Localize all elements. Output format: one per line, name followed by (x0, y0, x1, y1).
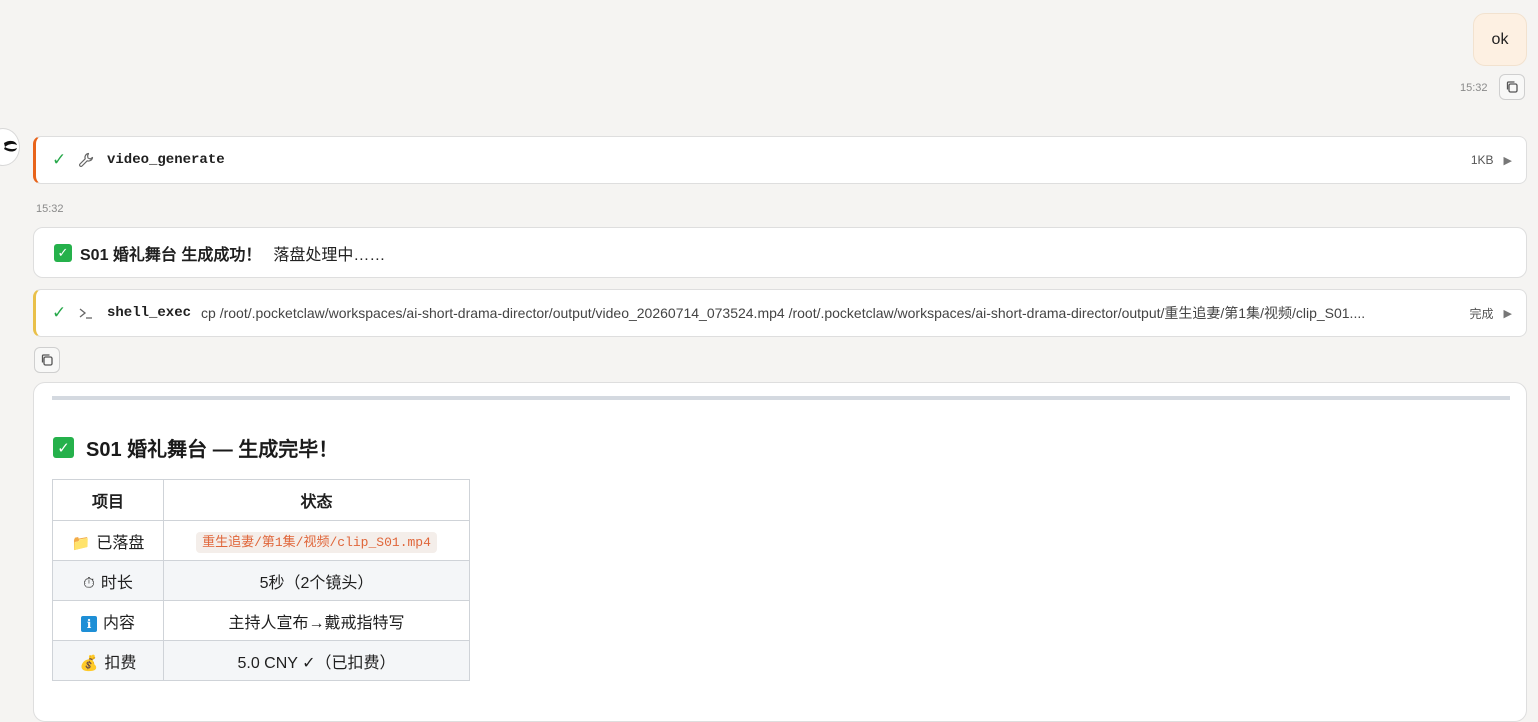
money-bag-icon: 💰 (79, 654, 99, 672)
user-message-bubble: ok (1473, 13, 1527, 66)
table-header-status: 状态 (163, 479, 470, 521)
tool-call-shell-exec[interactable]: ✓ shell_exec cp /root/.pocketclaw/worksp… (33, 289, 1527, 337)
stopwatch-icon: ⏱ (83, 574, 95, 592)
answer-card: ✓ S01 婚礼舞台 — 生成完毕！ 项目 状态 📁 已落盘 重生追妻/第1集/视… (33, 382, 1527, 722)
user-message-time: 15:32 (1460, 82, 1488, 94)
result-table: 项目 状态 📁 已落盘 重生追妻/第1集/视频/clip_S01.mp4 ⏱ 时长 … (52, 479, 470, 681)
user-message-text: ok (1491, 30, 1509, 48)
tool-status: 完成 (1469, 306, 1494, 321)
tool-name: shell_exec (107, 305, 192, 321)
tool-call-video-generate[interactable]: ✓ video_generate 1KB ▶ (33, 136, 1527, 184)
status-headline: S01 婚礼舞台 生成成功！ (80, 246, 262, 264)
copy-icon (41, 354, 53, 366)
table-header-item: 项目 (52, 479, 164, 521)
answer-title: ✓ S01 婚礼舞台 — 生成完毕！ (53, 433, 338, 462)
tool-name: video_generate (107, 152, 225, 168)
success-check-icon: ✓ (52, 150, 67, 169)
table-row: ℹ 内容 主持人宣布→戴戒指特写 (52, 600, 470, 641)
assistant-message-time: 15:32 (36, 203, 64, 215)
assistant-avatar (0, 128, 20, 166)
row-label: 已落盘 (96, 534, 145, 552)
tool-args: cp /root/.pocketclaw/workspaces/ai-short… (201, 305, 1366, 321)
row-value: 主持人宣布→戴戒指特写 (163, 600, 470, 641)
expand-arrow-icon[interactable]: ▶ (1504, 154, 1512, 167)
success-check-icon: ✓ (52, 303, 67, 322)
folder-icon: 📁 (71, 534, 91, 552)
copy-assistant-message-button[interactable] (34, 347, 60, 373)
row-value: 5秒（2个镜头） (163, 560, 470, 601)
claw-logo-icon (4, 140, 17, 152)
row-value: 5.0 CNY ✓（已扣费） (163, 640, 470, 681)
row-label: 扣费 (104, 654, 137, 672)
terminal-icon (78, 305, 98, 321)
answer-title-text: S01 婚礼舞台 — 生成完毕！ (86, 439, 339, 461)
tool-size: 1KB (1470, 153, 1494, 167)
expand-arrow-icon[interactable]: ▶ (1504, 307, 1512, 320)
table-header-row: 项目 状态 (52, 479, 470, 521)
info-icon: ℹ (80, 615, 97, 632)
row-label: 时长 (100, 574, 133, 592)
table-row: 📁 已落盘 重生追妻/第1集/视频/clip_S01.mp4 (52, 520, 470, 561)
divider (52, 396, 1510, 400)
copy-icon (1506, 81, 1518, 93)
check-box-icon: ✓ (53, 437, 74, 458)
check-box-icon: ✓ (54, 243, 72, 262)
status-message: ✓ S01 婚礼舞台 生成成功！ 落盘处理中…… (33, 227, 1527, 278)
wrench-icon (78, 152, 98, 168)
copy-user-message-button[interactable] (1499, 74, 1525, 100)
status-detail: 落盘处理中…… (273, 246, 386, 264)
file-path: 重生追妻/第1集/视频/clip_S01.mp4 (196, 531, 437, 553)
table-row: ⏱ 时长 5秒（2个镜头） (52, 560, 470, 601)
row-label: 内容 (102, 614, 135, 632)
table-row: 💰 扣费 5.0 CNY ✓（已扣费） (52, 640, 470, 681)
